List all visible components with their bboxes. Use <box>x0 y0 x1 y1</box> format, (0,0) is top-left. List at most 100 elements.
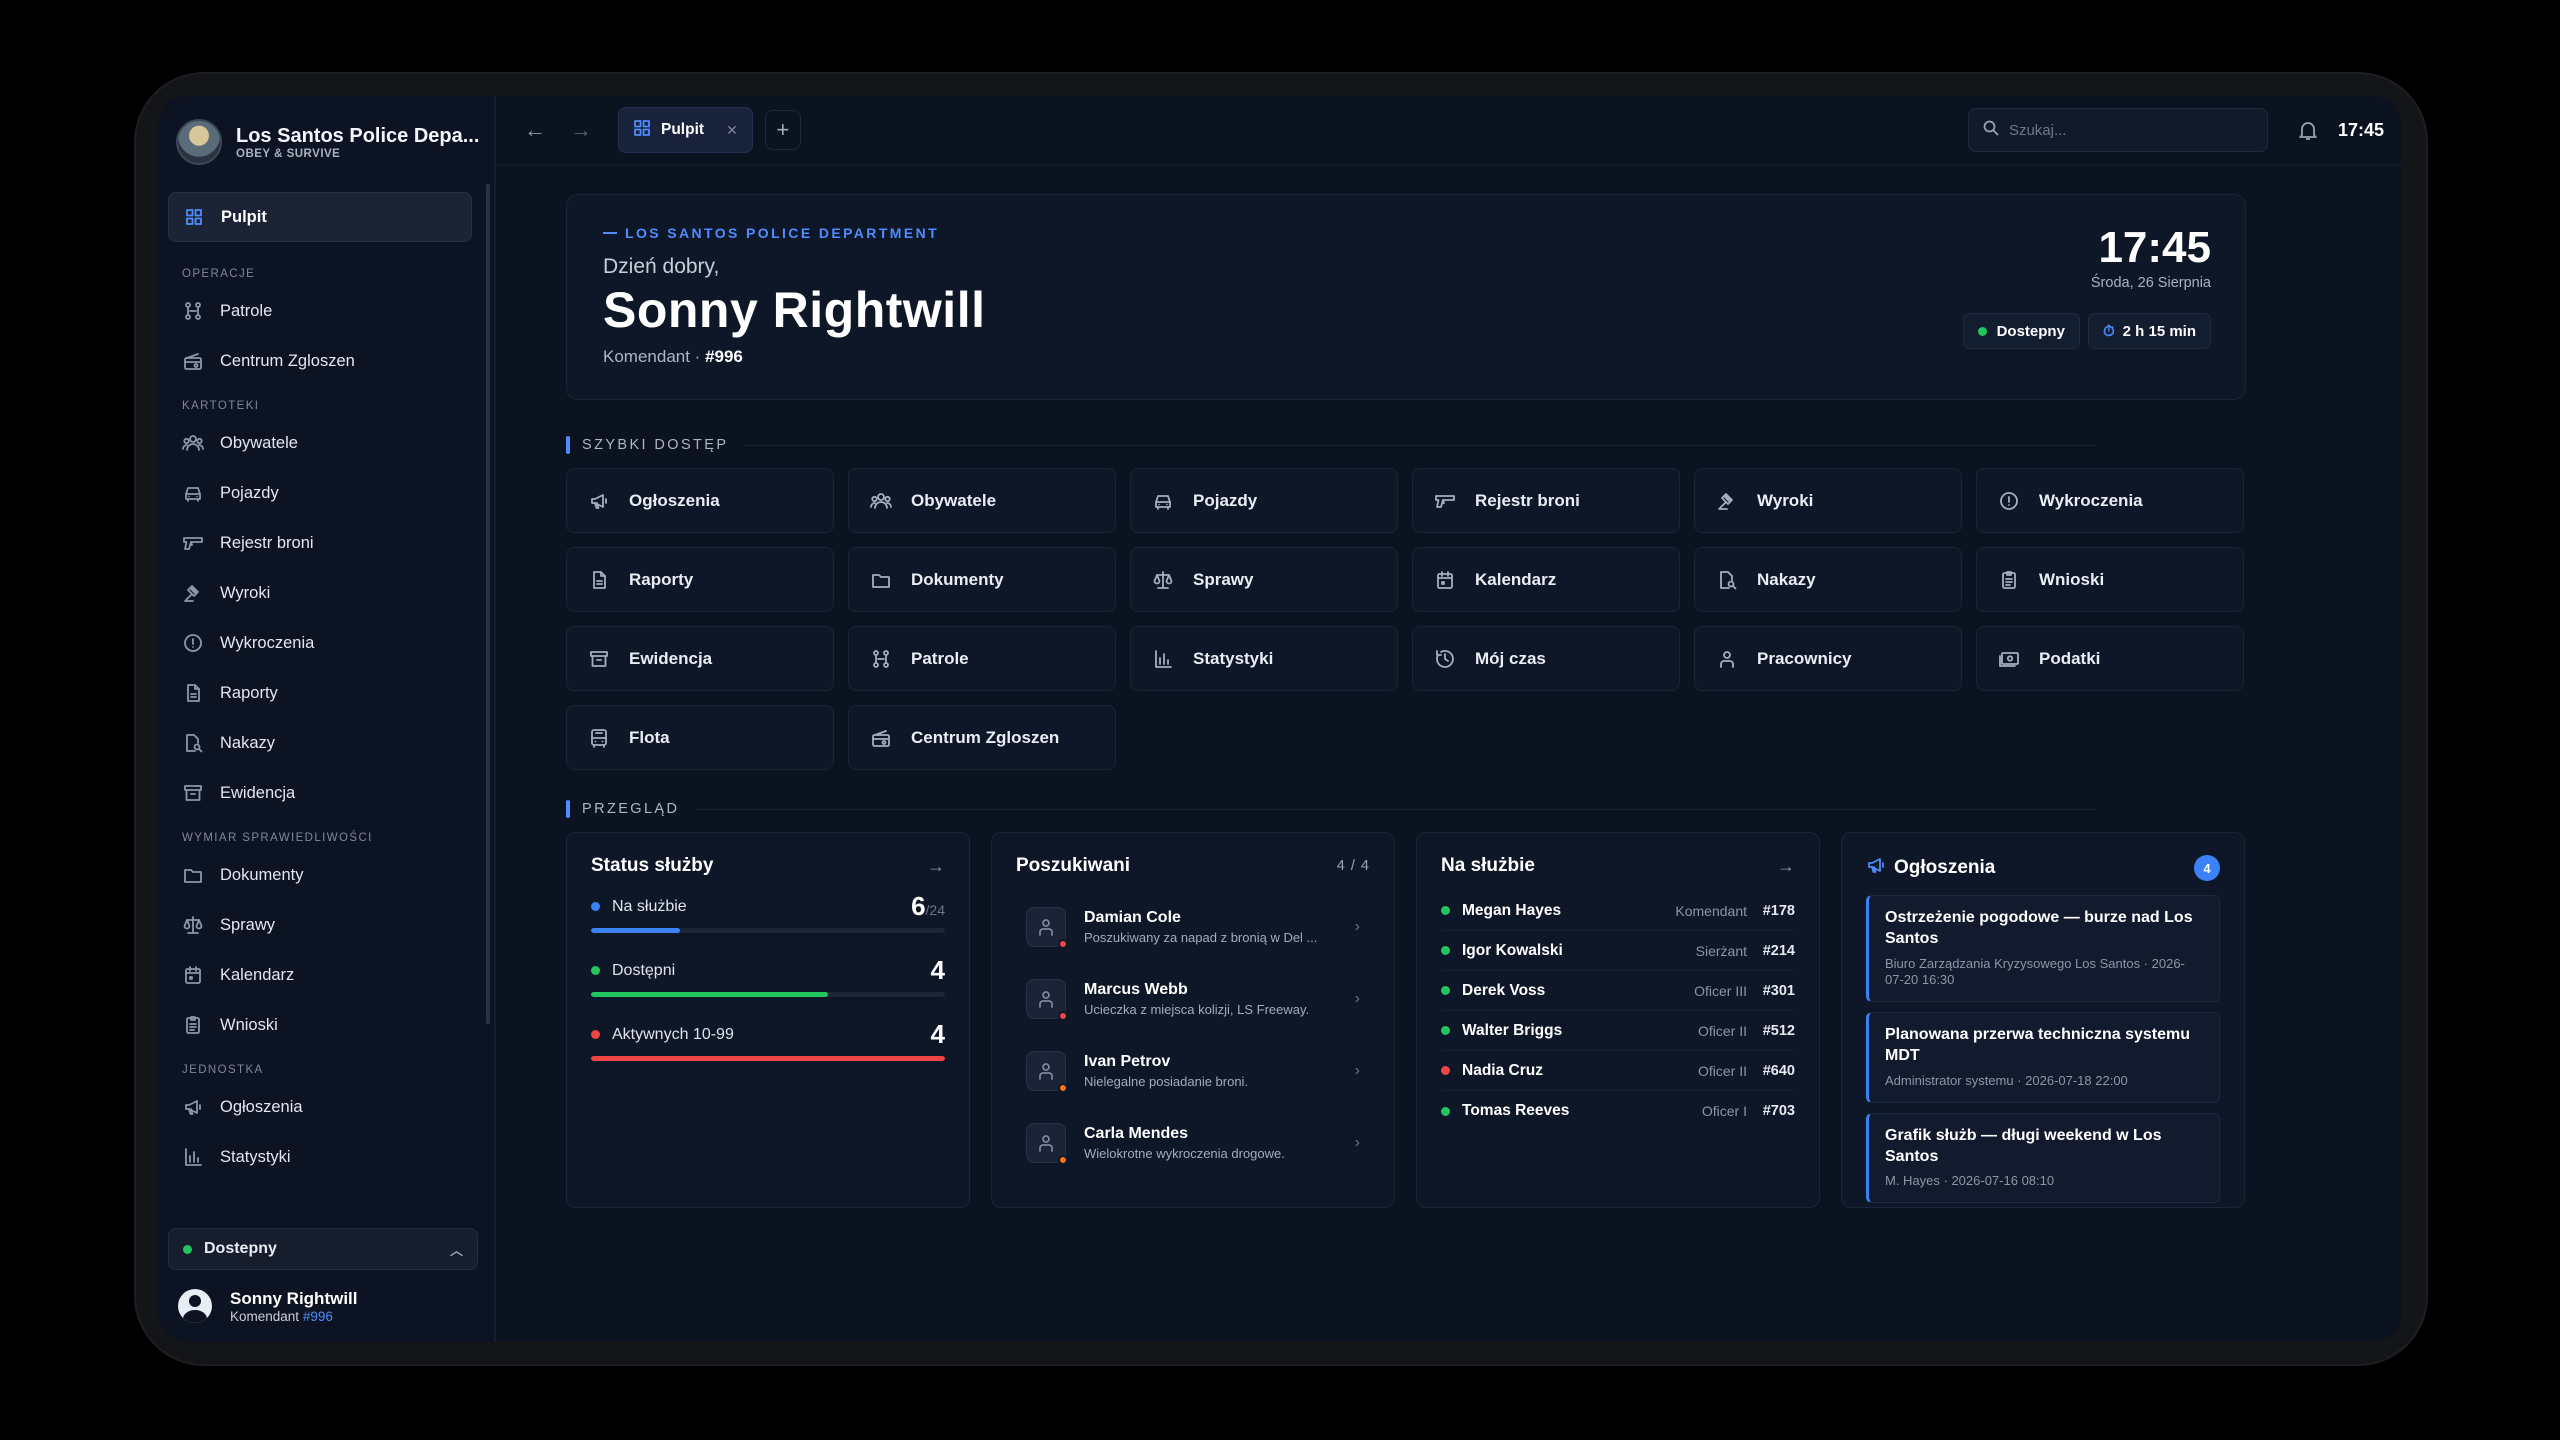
officer-name: Megan Hayes <box>1462 901 1562 919</box>
sidebar-nav: Pulpit OPERACJE Patrole Centrum Zgloszen KA… <box>158 188 494 1182</box>
announcement-item[interactable]: Planowana przerwa techniczna systemu MDT… <box>1866 1012 2220 1103</box>
severity-dot <box>1058 939 1068 949</box>
sidebar-item-wykroczenia[interactable]: Wykroczenia <box>168 618 472 668</box>
officer-rank: Oficer II <box>1697 1062 1747 1079</box>
hero-date: Środa, 26 Sierpnia <box>2090 275 2211 291</box>
stat-bar <box>591 928 945 933</box>
stopwatch-icon: ⏱ <box>2102 322 2115 340</box>
sidebar-item-wnioski[interactable]: Wnioski <box>168 1000 472 1050</box>
quick-access-pracownicy[interactable]: Pracownicy <box>1694 626 1962 691</box>
search-input[interactable] <box>2008 121 2249 139</box>
new-tab-button[interactable]: + <box>764 110 801 150</box>
quick-access-ogłoszenia[interactable]: Ogłoszenia <box>566 468 834 533</box>
sidebar-item-label: Pulpit <box>221 207 267 226</box>
quick-access-kalendarz[interactable]: Kalendarz <box>1412 547 1680 612</box>
sidebar-item-patrole[interactable]: Patrole <box>168 286 472 336</box>
search-box <box>1967 108 2268 152</box>
quick-access-podatki[interactable]: Podatki <box>1976 626 2244 691</box>
on-duty-row[interactable]: Walter Briggs Oficer II #512 <box>1441 1011 1795 1051</box>
sidebar-item-pojazdy[interactable]: Pojazdy <box>168 468 472 518</box>
announcement-meta: M. Hayes · 2026-07-16 08:10 <box>1885 1173 2055 1189</box>
quick-access-centrum-zgloszen[interactable]: Centrum Zgloszen <box>848 705 1116 770</box>
quick-access-rejestr-broni[interactable]: Rejestr broni <box>1412 468 1680 533</box>
chevron-right-icon: › <box>1354 1062 1360 1079</box>
quick-access-raporty[interactable]: Raporty <box>566 547 834 612</box>
quick-access-label: Kalendarz <box>1475 569 1557 589</box>
brand[interactable]: Los Santos Police Depa... OBEY & SURVIVE <box>158 96 494 188</box>
quick-access-statystyki[interactable]: Statystyki <box>1130 626 1398 691</box>
sidebar-item-statystyki[interactable]: Statystyki <box>168 1132 472 1182</box>
sidebar-item-raporty[interactable]: Raporty <box>168 668 472 718</box>
sidebar-item-dokumenty[interactable]: Dokumenty <box>168 850 472 900</box>
file-search-icon <box>1715 568 1739 592</box>
file-icon <box>587 568 611 592</box>
quick-access-nakazy[interactable]: Nakazy <box>1694 547 1962 612</box>
announcements-count-badge: 4 <box>2194 855 2220 881</box>
status-stat: Aktywnych 10-99 4 <box>591 1019 945 1061</box>
sidebar-item-label: Kalendarz <box>220 965 295 984</box>
file-icon <box>182 682 204 704</box>
stat-value: 4 <box>930 955 945 985</box>
sidebar-item-pulpit[interactable]: Pulpit <box>168 192 472 242</box>
sidebar-item-centrum-zgloszen[interactable]: Centrum Zgloszen <box>168 336 472 386</box>
on-duty-row[interactable]: Nadia Cruz Oficer II #640 <box>1441 1051 1795 1091</box>
tab-pulpit[interactable]: Pulpit ✕ <box>618 107 753 153</box>
announcement-item[interactable]: Ostrzeżenie pogodowe — burze nad Los San… <box>1866 895 2220 1003</box>
chevron-right-icon: › <box>1354 1134 1360 1151</box>
sidebar-item-label: Nakazy <box>220 733 276 752</box>
status-badge[interactable]: Dostepny <box>1962 313 2080 349</box>
sidebar-item-wyroki[interactable]: Wyroki <box>168 568 472 618</box>
user-name: Sonny Rightwill <box>230 1288 358 1308</box>
status-dot <box>1441 1106 1450 1116</box>
sidebar-scrollbar[interactable] <box>486 184 490 1024</box>
quick-access-wyroki[interactable]: Wyroki <box>1694 468 1962 533</box>
on-duty-card: Na służbie → Megan Hayes Komendant #178 Igo… <box>1416 832 1820 1208</box>
stat-bar-fill <box>591 992 829 997</box>
megaphone-icon <box>1866 855 1886 881</box>
quick-access-wykroczenia[interactable]: Wykroczenia <box>1976 468 2244 533</box>
quick-access-wnioski[interactable]: Wnioski <box>1976 547 2244 612</box>
wanted-item[interactable]: Ivan Petrov Nielegalne posiadanie broni. › <box>1016 1035 1370 1107</box>
quick-access-label: Statystyki <box>1193 648 1274 668</box>
quick-access-ewidencja[interactable]: Ewidencja <box>566 626 834 691</box>
announcement-item[interactable]: Grafik służb — długi weekend w Los Santo… <box>1866 1112 2220 1204</box>
clipboard-icon <box>182 1014 204 1036</box>
route-icon <box>182 300 204 322</box>
quick-access-sprawy[interactable]: Sprawy <box>1130 547 1398 612</box>
back-arrow-icon[interactable]: ← <box>520 117 550 143</box>
bell-icon[interactable] <box>2296 118 2320 142</box>
status-dot <box>591 966 600 975</box>
status-select[interactable]: Dostepny ︿ <box>168 1228 478 1270</box>
arrow-right-icon[interactable]: → <box>927 856 945 877</box>
sidebar-item-label: Pojazdy <box>220 483 279 502</box>
sidebar-item-nakazy[interactable]: Nakazy <box>168 718 472 768</box>
on-duty-row[interactable]: Megan Hayes Komendant #178 <box>1441 891 1795 931</box>
sidebar-item-obywatele[interactable]: Obywatele <box>168 418 472 468</box>
wanted-item[interactable]: Damian Cole Poszukiwany za napad z bronią… <box>1016 891 1370 963</box>
close-icon[interactable]: ✕ <box>726 122 738 139</box>
quick-access-pojazdy[interactable]: Pojazdy <box>1130 468 1398 533</box>
quick-access-patrole[interactable]: Patrole <box>848 626 1116 691</box>
quick-access-obywatele[interactable]: Obywatele <box>848 468 1116 533</box>
sidebar-item-kalendarz[interactable]: Kalendarz <box>168 950 472 1000</box>
on-duty-row[interactable]: Derek Voss Oficer III #301 <box>1441 971 1795 1011</box>
sidebar-item-ewidencja[interactable]: Ewidencja <box>168 768 472 818</box>
sidebar-item-ogłoszenia[interactable]: Ogłoszenia <box>168 1082 472 1132</box>
wanted-item[interactable]: Carla Mendes Wielokrotne wykroczenia drog… <box>1016 1107 1370 1179</box>
user-profile[interactable]: Sonny Rightwill Komendant #996 <box>168 1270 478 1342</box>
forward-arrow-icon[interactable]: → <box>566 117 596 143</box>
users-icon <box>869 489 893 513</box>
sidebar-item-sprawy[interactable]: Sprawy <box>168 900 472 950</box>
wanted-item[interactable]: Marcus Webb Ucieczka z miejsca kolizji, L… <box>1016 963 1370 1035</box>
quick-access-dokumenty[interactable]: Dokumenty <box>848 547 1116 612</box>
quick-access-label: Ogłoszenia <box>629 490 720 510</box>
on-duty-row[interactable]: Igor Kowalski Sierżant #214 <box>1441 931 1795 971</box>
route-icon <box>869 647 893 671</box>
on-duty-row[interactable]: Tomas Reeves Oficer I #703 <box>1441 1091 1795 1131</box>
arrow-right-icon[interactable]: → <box>1777 856 1795 877</box>
megaphone-icon <box>587 489 611 513</box>
status-label: Dostepny <box>204 1240 277 1257</box>
quick-access-mój-czas[interactable]: Mój czas <box>1412 626 1680 691</box>
quick-access-flota[interactable]: Flota <box>566 705 834 770</box>
sidebar-item-rejestr-broni[interactable]: Rejestr broni <box>168 518 472 568</box>
